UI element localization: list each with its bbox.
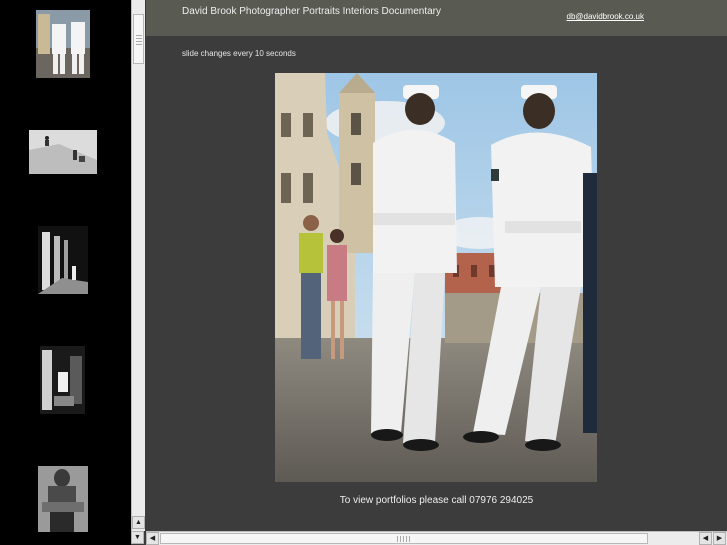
arrow-left-icon[interactable]: ◀ xyxy=(146,532,159,545)
arrow-left-icon[interactable]: ◀ xyxy=(699,532,712,545)
slideshow-note: slide changes every 10 seconds xyxy=(182,49,296,58)
email-link[interactable]: db@davidbrook.co.uk xyxy=(567,12,645,21)
main-frame: David Brook Photographer Portraits Inter… xyxy=(146,0,727,531)
thumbnail-sailors[interactable] xyxy=(36,10,90,78)
scrollbar-thumb[interactable] xyxy=(133,14,144,64)
arrow-up-icon[interactable]: ▲ xyxy=(132,516,145,529)
header-bar: David Brook Photographer Portraits Inter… xyxy=(146,0,727,36)
thumbnail-doorway[interactable] xyxy=(40,346,85,414)
horizontal-scrollbar[interactable]: ◀ ◀ ▶ xyxy=(146,531,727,545)
contact-text: To view portfolios please call 07976 294… xyxy=(339,495,534,506)
arrow-right-icon[interactable]: ▶ xyxy=(713,532,726,545)
slideshow-photo xyxy=(275,73,597,482)
thumbnail-scrollbar[interactable]: ▲ xyxy=(131,0,145,531)
thumbnail-strip xyxy=(0,0,131,545)
thumbnail-portrait-man[interactable] xyxy=(38,466,88,532)
horizontal-scrollbar-thumb[interactable] xyxy=(160,533,648,544)
site-title: David Brook Photographer Portraits Inter… xyxy=(182,6,442,17)
thumbnail-arcade[interactable] xyxy=(38,226,88,294)
arrow-down-icon[interactable]: ▼ xyxy=(131,531,144,544)
thumbnail-beach[interactable] xyxy=(29,130,97,174)
